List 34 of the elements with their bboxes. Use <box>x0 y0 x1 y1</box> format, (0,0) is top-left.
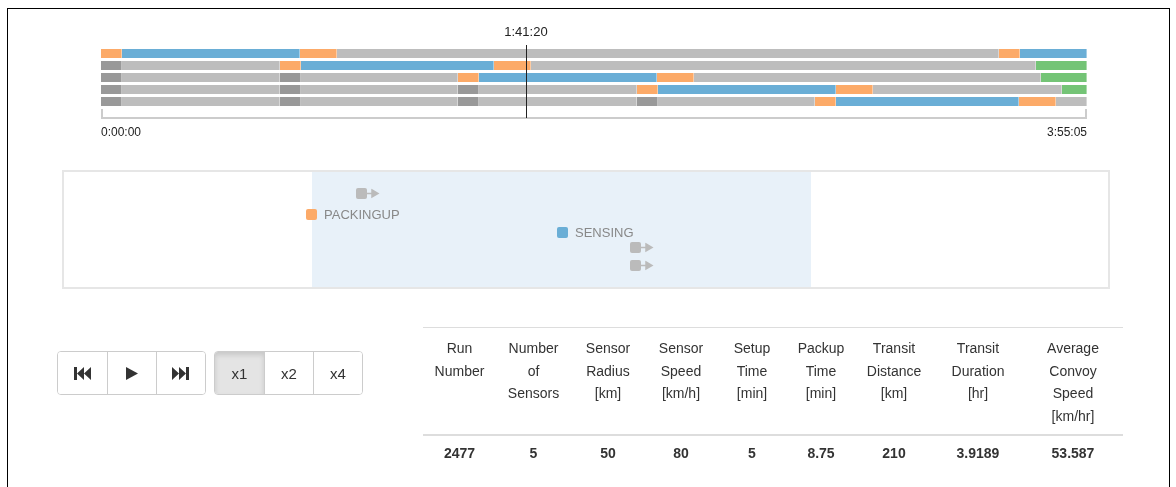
speed-button[interactable]: x4 <box>313 352 362 394</box>
column-header: Sensor Speed [km/h] <box>658 339 704 403</box>
column-header: Setup Time [min] <box>733 339 771 403</box>
column-header: Number of Sensors <box>507 339 560 403</box>
start-time: 0:00:00 <box>101 125 142 139</box>
vehicle-icon <box>630 260 654 271</box>
end-time: 3:55:05 <box>1046 125 1087 139</box>
vehicle-icon <box>630 242 654 253</box>
time-cursor[interactable] <box>525 45 527 118</box>
table-cell: 3.9189 <box>933 435 1023 470</box>
table-cell: 210 <box>855 435 933 470</box>
marker-label: PACKINGUP <box>324 207 400 222</box>
table-cell: 5 <box>717 435 787 470</box>
column-header: Transit Distance [km] <box>866 339 922 403</box>
column-header: Average Convoy Speed [km/hr] <box>1047 339 1099 426</box>
skip-forward-button[interactable] <box>156 352 205 394</box>
vehicle-icon <box>356 188 380 199</box>
table-cell: 5 <box>496 435 571 470</box>
table-cell: 2477 <box>423 435 496 470</box>
timeline-segment <box>1055 97 1087 106</box>
column-header: Transit Duration [hr] <box>951 339 1005 403</box>
table-cell: 80 <box>645 435 717 470</box>
column-header: Run Number <box>434 339 485 381</box>
marker-label: SENSING <box>575 225 634 240</box>
speed-button[interactable]: x1 <box>215 352 264 394</box>
play-icon <box>126 366 138 380</box>
table-cell: 53.587 <box>1023 435 1123 470</box>
skip-forward-icon <box>172 366 190 380</box>
column-header: Packup Time [min] <box>797 339 845 403</box>
table-cell: 8.75 <box>787 435 855 470</box>
cursor-time: 1:41:20 <box>504 24 548 39</box>
table-cell: 50 <box>571 435 645 470</box>
column-header: Sensor Radius [km] <box>585 339 631 403</box>
skip-back-icon <box>73 366 92 380</box>
